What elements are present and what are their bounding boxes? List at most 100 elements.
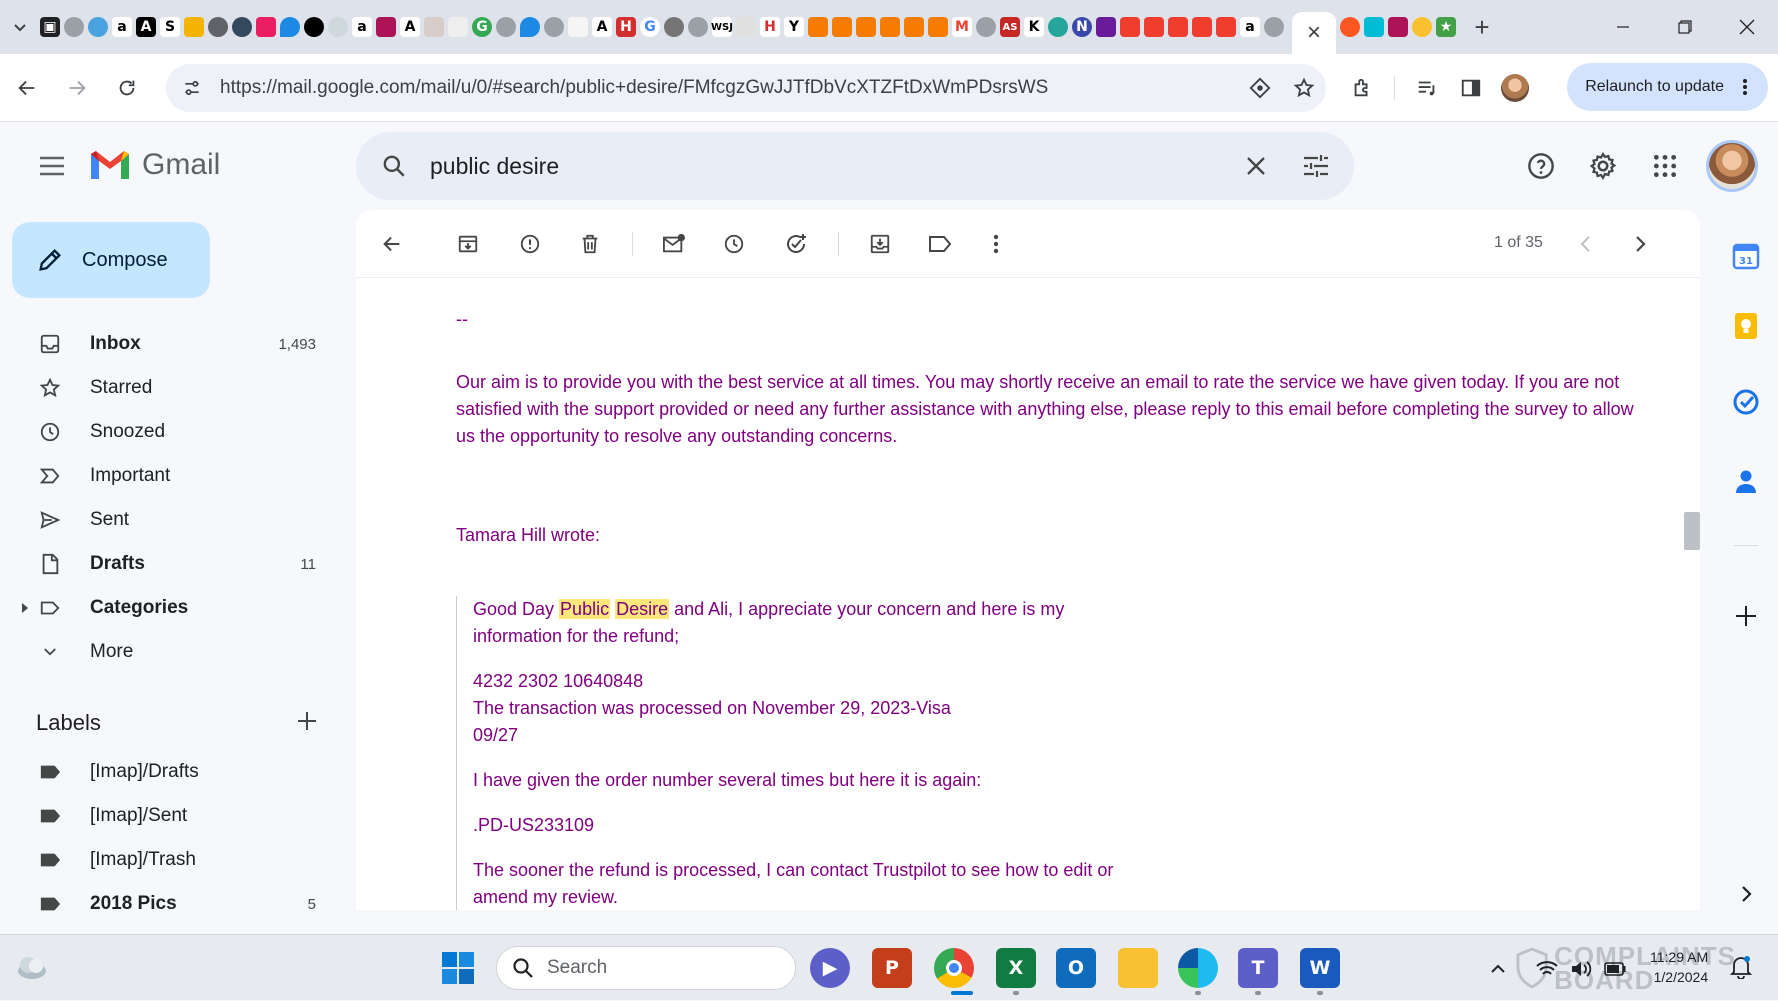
tab-favicon[interactable]: WSJ [711, 17, 733, 37]
tab-favicon[interactable] [1264, 17, 1284, 37]
tab-favicon[interactable]: a [352, 17, 372, 37]
meet-app-icon[interactable]: ▶ [810, 948, 850, 988]
new-tab-button[interactable]: + [1464, 9, 1500, 45]
chevron-up-icon[interactable] [1490, 964, 1506, 974]
tab-favicon[interactable]: G [640, 17, 660, 37]
tab-favicon[interactable] [1388, 17, 1408, 37]
wifi-icon[interactable] [1536, 960, 1558, 978]
tab-favicon[interactable] [496, 17, 516, 37]
tab-favicon[interactable] [856, 17, 876, 37]
forward-button[interactable] [54, 65, 100, 111]
newer-button[interactable] [1564, 222, 1608, 266]
tab-favicon[interactable] [328, 17, 348, 37]
compose-button[interactable]: Compose [12, 222, 210, 298]
nav-item-categories[interactable]: Categories [0, 586, 330, 630]
nav-item-drafts[interactable]: Drafts 11 [0, 542, 330, 586]
tab-favicon[interactable] [520, 17, 540, 37]
get-addons-button[interactable] [1726, 596, 1766, 636]
label-item-imap-sent[interactable]: [Imap]/Sent [0, 794, 330, 838]
tab-favicon[interactable] [832, 17, 852, 37]
tab-favicon[interactable] [688, 17, 708, 37]
older-button[interactable] [1618, 222, 1662, 266]
taskbar-search[interactable]: Search [496, 946, 796, 990]
tab-favicon[interactable] [1144, 17, 1164, 37]
tab-favicon[interactable] [1364, 17, 1384, 37]
tab-favicon[interactable] [184, 17, 204, 37]
tab-favicon[interactable] [1096, 17, 1116, 37]
search-options-button[interactable] [1292, 142, 1340, 190]
search-bar[interactable]: public desire [356, 132, 1354, 200]
tab-favicon[interactable] [1412, 17, 1432, 37]
tab-favicon[interactable] [664, 17, 684, 37]
tab-favicon[interactable]: K [1024, 17, 1044, 37]
tab-favicon[interactable] [448, 17, 468, 37]
taskbar-clock[interactable]: 11:29 AM 1/2/2024 [1650, 947, 1708, 987]
tab-favicon[interactable] [1340, 17, 1360, 37]
expand-arrow-icon[interactable] [20, 602, 30, 614]
scrollbar-thumb[interactable] [1684, 512, 1700, 550]
word-app-icon[interactable]: W [1300, 948, 1340, 988]
outlook-app-icon[interactable]: O [1056, 948, 1096, 988]
weather-widget[interactable] [14, 949, 50, 985]
lens-icon[interactable] [1238, 66, 1282, 110]
tab-favicon[interactable] [304, 17, 324, 37]
tab-favicon[interactable] [904, 17, 924, 37]
tab-favicon[interactable] [808, 17, 828, 37]
tab-favicon[interactable] [736, 17, 756, 37]
tab-favicon[interactable]: a [1240, 17, 1260, 37]
tab-favicon[interactable] [1168, 17, 1188, 37]
tab-favicon[interactable] [280, 17, 300, 37]
tab-favicon[interactable]: A [592, 17, 612, 37]
create-label-button[interactable] [292, 706, 322, 736]
tab-favicon[interactable] [1120, 17, 1140, 37]
label-item-imap-trash[interactable]: [Imap]/Trash [0, 838, 330, 882]
tab-favicon[interactable]: A [136, 17, 156, 37]
powerpoint-app-icon[interactable]: P [872, 948, 912, 988]
back-button[interactable] [4, 65, 50, 111]
tab-favicon[interactable]: H [760, 17, 780, 37]
show-side-panel-button[interactable] [1726, 874, 1766, 914]
nav-item-inbox[interactable]: Inbox 1,493 [0, 322, 330, 366]
tab-favicon[interactable] [544, 17, 564, 37]
chrome-app-icon[interactable] [934, 948, 974, 988]
tab-favicon[interactable]: M [952, 17, 972, 37]
bookmark-star-icon[interactable] [1282, 66, 1326, 110]
tab-favicon[interactable] [232, 17, 252, 37]
start-button[interactable] [440, 950, 476, 986]
address-bar[interactable]: https://mail.google.com/mail/u/0/#search… [166, 64, 1326, 112]
tab-search-button[interactable] [0, 0, 40, 54]
move-to-button[interactable] [858, 222, 902, 266]
delete-button[interactable] [568, 222, 612, 266]
tab-favicon[interactable]: G [472, 17, 492, 37]
restore-button[interactable] [1654, 0, 1716, 54]
gmail-logo[interactable]: Gmail [88, 148, 220, 182]
label-item-2018-pics[interactable]: 2018 Pics 5 [0, 882, 330, 926]
more-actions-button[interactable] [974, 222, 1018, 266]
tab-favicon[interactable] [424, 17, 444, 37]
tab-favicon[interactable] [1048, 17, 1068, 37]
nav-item-more[interactable]: More [0, 630, 330, 674]
tab-favicon[interactable]: H [616, 17, 636, 37]
close-icon[interactable]: × [1307, 19, 1321, 47]
media-control-icon[interactable] [1405, 66, 1449, 110]
active-tab[interactable]: × [1292, 12, 1336, 54]
calendar-app-button[interactable]: 31 [1726, 236, 1766, 276]
url-text[interactable]: https://mail.google.com/mail/u/0/#search… [220, 77, 1238, 99]
tab-favicon[interactable] [1216, 17, 1236, 37]
add-to-tasks-button[interactable] [774, 222, 818, 266]
tab-favicon[interactable] [64, 17, 84, 37]
profile-avatar[interactable] [1493, 66, 1537, 110]
apps-button[interactable] [1640, 141, 1690, 191]
search-button[interactable] [372, 144, 416, 188]
nav-item-sent[interactable]: Sent [0, 498, 330, 542]
keep-app-button[interactable] [1726, 306, 1766, 346]
tab-favicon[interactable]: S [160, 17, 180, 37]
battery-icon[interactable] [1604, 962, 1626, 976]
tab-favicon[interactable] [256, 17, 276, 37]
snooze-button[interactable] [712, 222, 756, 266]
search-input[interactable]: public desire [430, 153, 1232, 180]
tab-favicon[interactable] [568, 17, 588, 37]
tasks-app-button[interactable] [1726, 382, 1766, 422]
excel-app-icon[interactable]: X [996, 948, 1036, 988]
notifications-button[interactable] [1730, 955, 1754, 979]
